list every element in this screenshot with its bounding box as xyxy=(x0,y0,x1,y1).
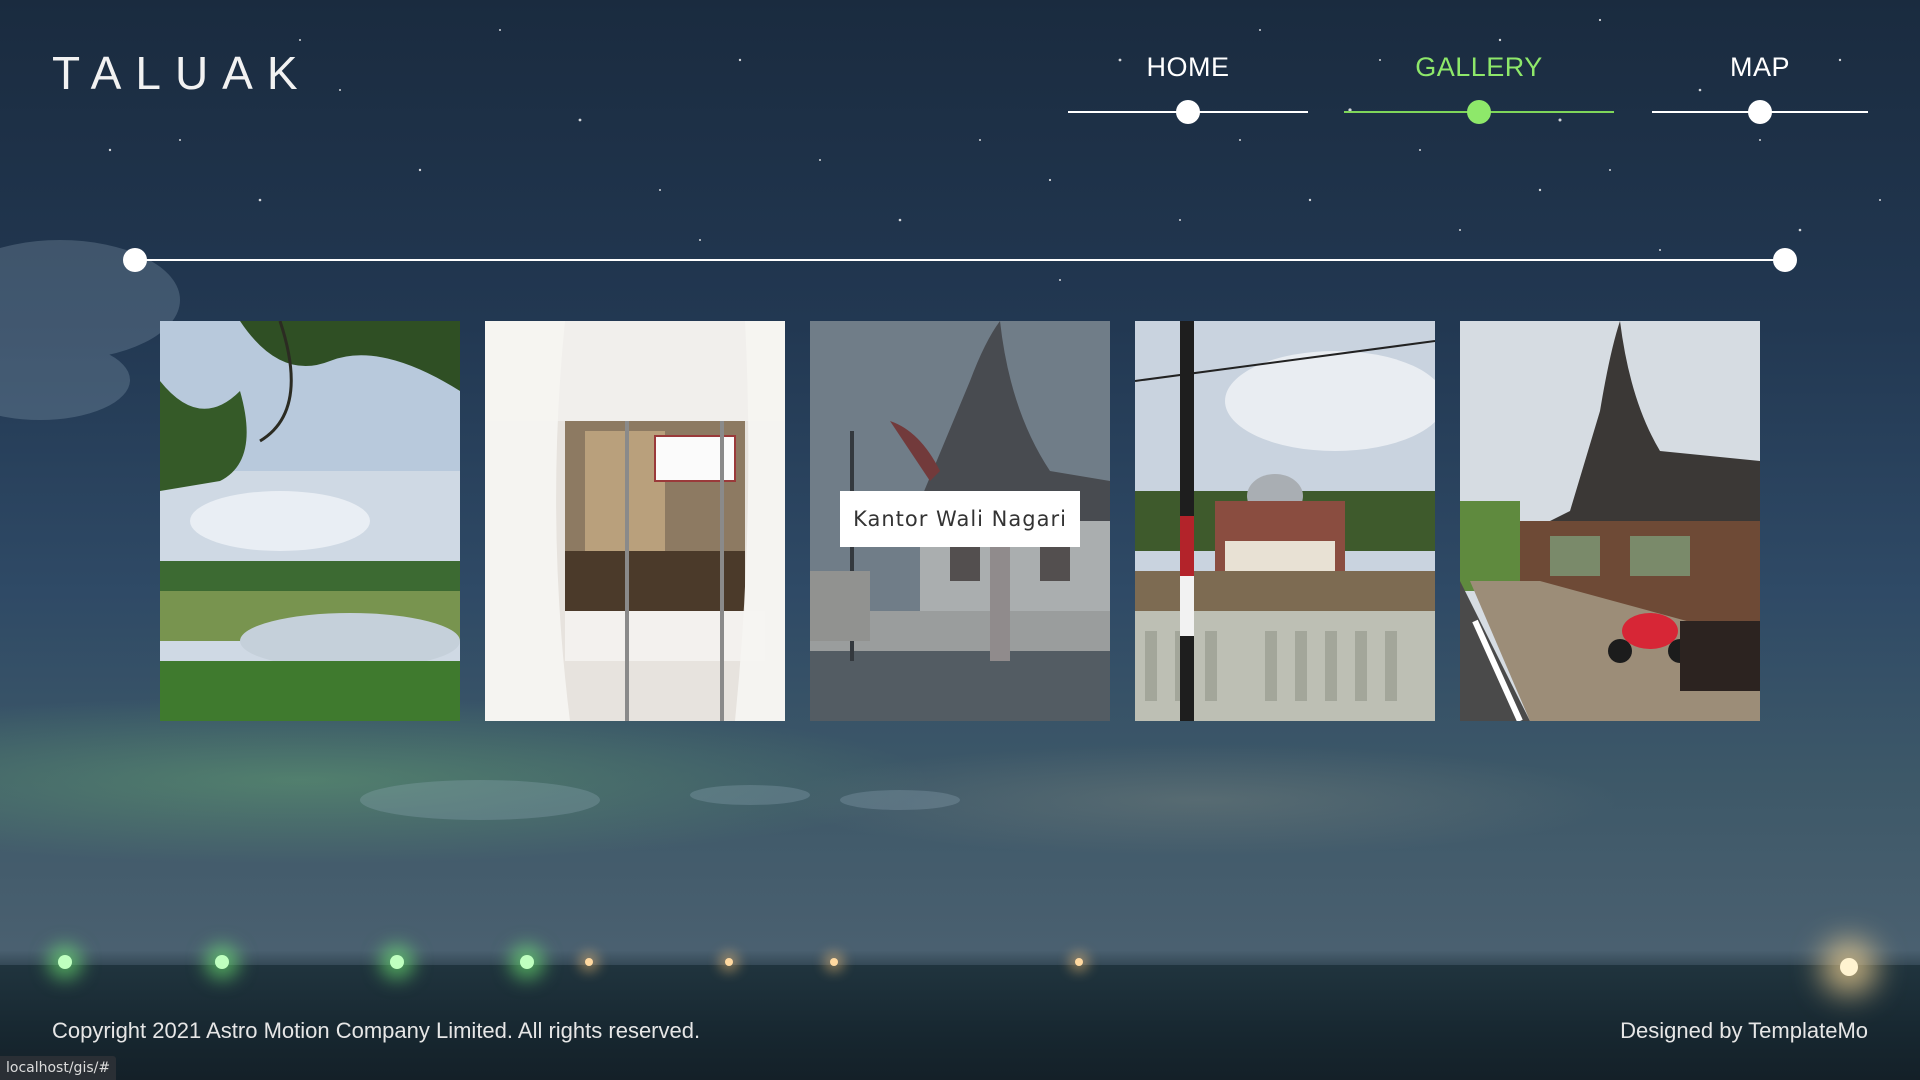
lake-landscape-image xyxy=(160,321,460,721)
gallery-slider-track xyxy=(135,259,1785,261)
browser-status-url: localhost/gis/# xyxy=(0,1056,117,1080)
nav-label-home: HOME xyxy=(1146,52,1230,82)
gallery-item[interactable] xyxy=(1460,321,1760,721)
horizon-light xyxy=(215,955,229,969)
horizon-light xyxy=(1075,958,1083,966)
nav-item-gallery[interactable]: GALLERY xyxy=(1344,52,1614,124)
nav-dot-gallery[interactable] xyxy=(1467,100,1491,124)
nav-dot-map[interactable] xyxy=(1748,100,1772,124)
slider-next-handle[interactable] xyxy=(1773,248,1797,272)
horizon-light xyxy=(58,955,72,969)
horizon-light xyxy=(725,958,733,966)
gallery-item[interactable]: Kantor Wali Nagari xyxy=(810,321,1110,721)
designer-credit[interactable]: Designed by TemplateMo xyxy=(1620,1018,1868,1044)
nav-item-home[interactable]: HOME xyxy=(1068,52,1308,124)
horizon-light xyxy=(585,958,593,966)
nav-item-map[interactable]: MAP xyxy=(1652,52,1868,124)
horizon-light xyxy=(520,955,534,969)
nav-dot-home[interactable] xyxy=(1176,100,1200,124)
mosque-image xyxy=(1135,321,1435,721)
roadside-house-image xyxy=(1460,321,1760,721)
copyright-text: Copyright 2021 Astro Motion Company Limi… xyxy=(52,1018,701,1043)
slider-prev-handle[interactable] xyxy=(123,248,147,272)
gallery-item[interactable] xyxy=(485,321,785,721)
curtained-grave-image xyxy=(485,321,785,721)
site-logo[interactable]: TALUAK xyxy=(52,46,312,100)
gallery-item[interactable] xyxy=(1135,321,1435,721)
image-caption: Kantor Wali Nagari xyxy=(840,491,1080,547)
horizon-light xyxy=(390,955,404,969)
gallery-item[interactable] xyxy=(160,321,460,721)
horizon-light xyxy=(830,958,838,966)
sun-glow xyxy=(1840,958,1858,976)
nav-label-gallery: GALLERY xyxy=(1415,52,1543,82)
nav-label-map: MAP xyxy=(1729,52,1790,82)
